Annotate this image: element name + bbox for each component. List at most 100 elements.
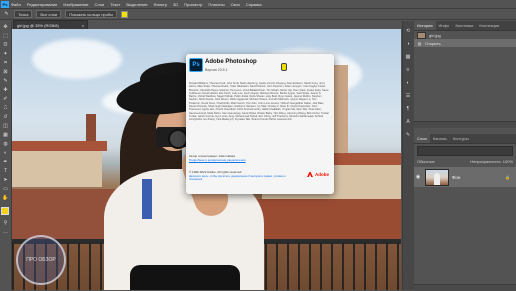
color-swatches[interactable]: [1, 207, 12, 218]
stamp-icon[interactable]: ⎍: [2, 105, 9, 111]
properties-icon[interactable]: ≡: [405, 67, 411, 73]
blur-icon[interactable]: ◍: [2, 141, 9, 147]
legal-notices-link[interactable]: Подробнее и юридические уведомления: [189, 158, 246, 162]
layer-filter[interactable]: [417, 146, 513, 156]
visibility-eye-icon[interactable]: ◉: [414, 174, 422, 180]
layer-options-row: Обычные Непрозрачность: 100%: [417, 158, 513, 165]
menu-window[interactable]: Окно: [231, 2, 240, 7]
hand-icon[interactable]: ✋: [2, 195, 9, 201]
right-panels: История Инфо Заготовки Коллекция girl.jp…: [414, 21, 516, 291]
woman-skirt: [130, 265, 240, 290]
menu-layer[interactable]: Слои: [95, 2, 105, 7]
rectangle-icon[interactable]: ▭: [2, 186, 9, 192]
pen-icon[interactable]: ✒: [2, 159, 9, 165]
menu-view[interactable]: Просмотр: [184, 2, 202, 7]
crop-icon[interactable]: ⌗: [2, 60, 9, 66]
sample-layers-dropdown[interactable]: Все слои: [36, 10, 62, 18]
tab-presets[interactable]: Заготовки: [452, 21, 476, 30]
about-title: Adobe Photoshop: [205, 59, 257, 65]
path-select-icon[interactable]: ➤: [2, 177, 9, 183]
camera-lens: [168, 129, 188, 149]
frame-icon[interactable]: ⊠: [2, 69, 9, 75]
menu-filter[interactable]: Фильтр: [154, 2, 167, 7]
close-document-icon[interactable]: ×: [82, 23, 84, 28]
eyedropper-icon[interactable]: ✎: [2, 78, 9, 84]
color-icon[interactable]: ◑: [405, 41, 411, 47]
menu-help[interactable]: Справка: [246, 2, 262, 7]
sample-size-dropdown[interactable]: Точка: [14, 10, 33, 18]
photoshop-logo-icon[interactable]: Ps: [1, 0, 9, 8]
type-icon[interactable]: T: [2, 168, 9, 174]
layer-row[interactable]: ◉ Фон 🔒: [414, 167, 516, 187]
eyedropper-icon[interactable]: ✎: [3, 11, 10, 17]
adobe-brand-text: Adobe: [315, 172, 329, 177]
menu-bar: Ps Файл Редактирование Изображение Слои …: [0, 0, 516, 9]
tab-history[interactable]: История: [414, 21, 436, 30]
snapshot-thumbnail: [417, 31, 426, 39]
history-item-label: Открыть: [425, 40, 441, 46]
history-item-label: girl.jpg: [429, 32, 441, 38]
sample-size-value: Точка: [18, 11, 29, 17]
options-bar: ✎ Точка Все слои Показать кольцо пробы: [0, 9, 516, 20]
layer-name: Фон: [452, 174, 461, 180]
menu-3d[interactable]: 3D: [173, 2, 178, 7]
show-ring-label: Показать кольцо пробы: [69, 11, 114, 17]
document-title: girl.jpg @ 33% (RGB/8): [17, 22, 59, 28]
layer-thumbnail: [425, 168, 449, 186]
zoom-icon[interactable]: ⚲: [2, 220, 9, 226]
show-ring-checkbox[interactable]: Показать кольцо пробы: [65, 10, 118, 18]
tab-info[interactable]: Инфо: [436, 21, 453, 30]
church-tower: [334, 65, 348, 155]
gradient-icon[interactable]: ▦: [2, 132, 9, 138]
paragraph-icon[interactable]: ¶: [405, 106, 411, 112]
libraries-icon[interactable]: ☰: [405, 93, 411, 99]
cloud: [32, 39, 122, 79]
adjustments-icon[interactable]: ◐: [405, 80, 411, 86]
menu-select[interactable]: Выделение: [126, 2, 147, 7]
more-icon[interactable]: …: [2, 229, 9, 235]
healing-icon[interactable]: ✚: [2, 87, 9, 93]
history-snapshot[interactable]: girl.jpg: [414, 31, 516, 39]
brush-settings-icon[interactable]: ✎: [405, 132, 411, 138]
layers-panel-tabs: Слои Каналы Контуры: [414, 134, 516, 144]
layers-panel: Слои Каналы Контуры Обычные Непрозрачнос…: [414, 134, 516, 291]
about-credits: Russell Williams, Thomas Knoll, John Kno…: [189, 82, 329, 122]
sample-layers-value: Все слои: [40, 11, 58, 17]
about-version: Версия 23.5.1: [205, 68, 228, 72]
menu-file[interactable]: Файл: [11, 2, 21, 7]
roof: [12, 141, 107, 151]
building: [12, 147, 102, 187]
channel-watermark: ПРО ОБЗОР: [16, 235, 66, 285]
dodge-icon[interactable]: ◐: [2, 150, 9, 156]
menu-type[interactable]: Текст: [110, 2, 120, 7]
history-panel-tabs: История Инфо Заготовки Коллекция: [414, 21, 516, 31]
blend-mode-dropdown[interactable]: Обычные: [417, 159, 435, 164]
copyright-text: © 1990-2022 Adobe. All rights reserved.: [189, 170, 243, 174]
move-icon[interactable]: ✥: [2, 24, 9, 30]
history-brush-icon[interactable]: ↺: [2, 114, 9, 120]
marquee-icon[interactable]: ⬚: [2, 33, 9, 39]
foreground-color[interactable]: [1, 207, 9, 215]
tab-paths[interactable]: Контуры: [450, 134, 472, 143]
photoshop-logo-icon: Ps: [189, 58, 203, 72]
history-item[interactable]: ▤ Открыть: [414, 39, 516, 47]
menu-edit[interactable]: Редактирование: [27, 2, 57, 7]
adobe-brand: Adobe: [307, 172, 329, 177]
opacity-field[interactable]: Непрозрачность: 100%: [470, 159, 513, 164]
history-icon[interactable]: ⟲: [405, 28, 411, 34]
tab-collection[interactable]: Коллекция: [476, 21, 502, 30]
tab-channels[interactable]: Каналы: [430, 134, 450, 143]
menu-image[interactable]: Изображение: [63, 2, 88, 7]
brush-icon[interactable]: ✐: [2, 96, 9, 102]
legal-link[interactable]: Щелкните здесь, чтобы прочитать уведомле…: [189, 175, 299, 181]
magic-wand-icon[interactable]: ✦: [2, 51, 9, 57]
lock-icon: 🔒: [505, 174, 510, 180]
eraser-icon[interactable]: ◫: [2, 123, 9, 129]
menu-plugins[interactable]: Плагины: [208, 2, 224, 7]
character-icon[interactable]: A: [405, 119, 411, 125]
tab-layers[interactable]: Слои: [414, 134, 430, 143]
about-dialog[interactable]: Ps Adobe Photoshop Версия 23.5.1 Russell…: [186, 54, 334, 194]
swatches-icon[interactable]: ▦: [405, 54, 411, 60]
lasso-icon[interactable]: ʘ: [2, 42, 9, 48]
history-panel-footer: [414, 121, 516, 128]
